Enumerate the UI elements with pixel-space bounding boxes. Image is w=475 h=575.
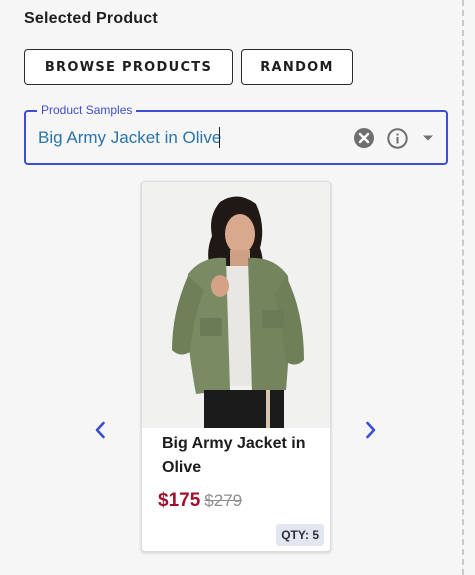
product-samples-input[interactable] <box>38 125 348 151</box>
section-title: Selected Product <box>24 10 158 27</box>
chevron-left-icon[interactable] <box>88 418 112 442</box>
price-row: $175 $279 <box>158 490 242 512</box>
clear-circle-icon[interactable] <box>352 126 376 150</box>
product-card[interactable]: Big Army Jacket in Olive $175 $279 QTY: … <box>141 181 331 552</box>
caret-down-icon[interactable] <box>416 126 440 150</box>
sale-price: $175 <box>158 490 201 511</box>
info-circle-icon[interactable] <box>385 126 409 150</box>
product-image <box>142 182 330 428</box>
random-button[interactable]: Random <box>241 49 353 85</box>
chevron-right-icon[interactable] <box>359 418 383 442</box>
original-price: $279 <box>204 491 243 510</box>
text-cursor <box>219 127 220 148</box>
product-samples-label: Product Samples <box>37 103 137 117</box>
quantity-badge: QTY: 5 <box>276 524 324 546</box>
product-title: Big Army Jacket in Olive <box>162 435 306 476</box>
browse-products-button[interactable]: Browse Products <box>24 49 233 85</box>
panel-divider <box>462 0 464 575</box>
product-samples-field[interactable]: Product Samples <box>24 103 448 165</box>
